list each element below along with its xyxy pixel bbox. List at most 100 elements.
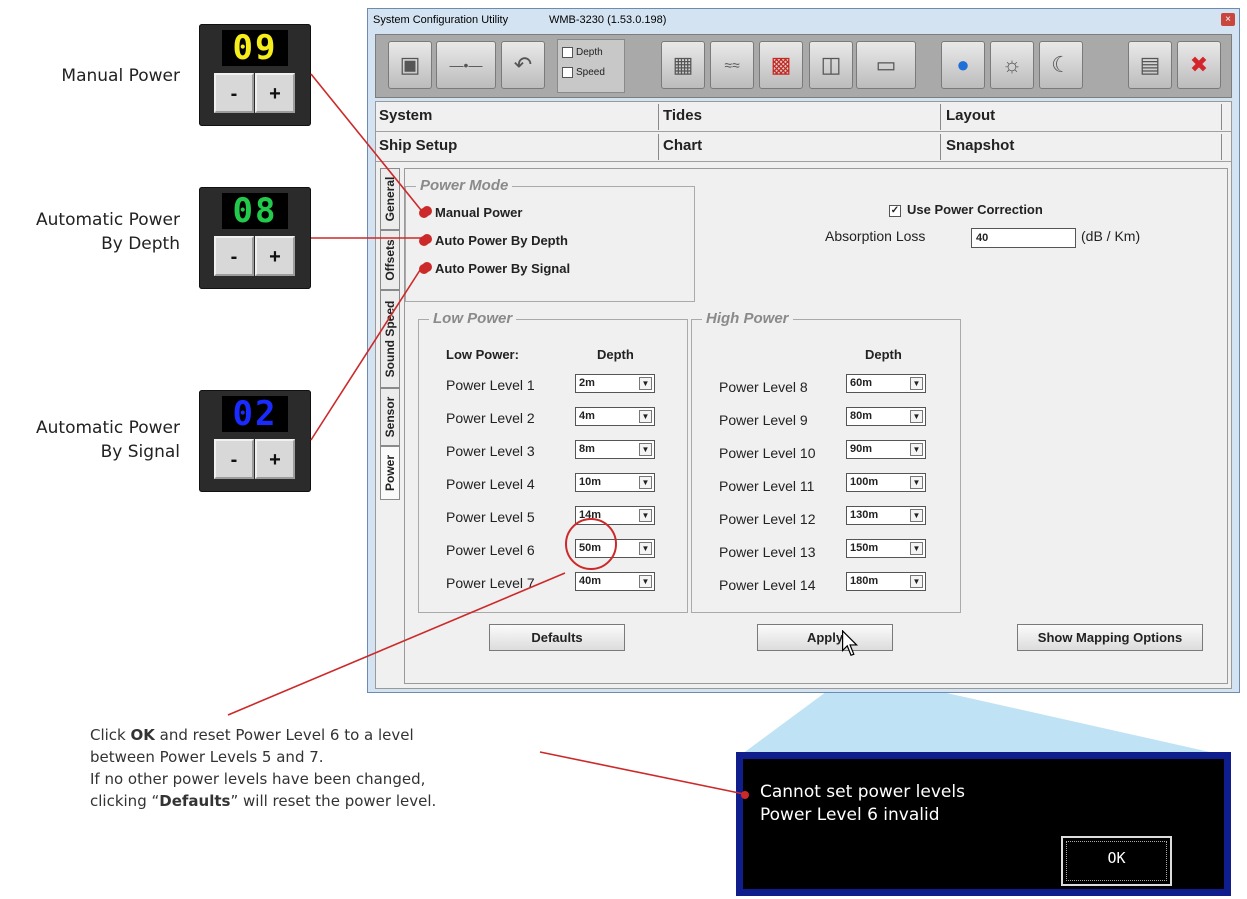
show-mapping-options-button[interactable]: Show Mapping Options	[1017, 624, 1203, 651]
chevron-down-icon: ▼	[910, 476, 923, 489]
low-level-7-select[interactable]: 40m ▼	[575, 572, 655, 591]
note-ok-emphasis: OK	[130, 726, 155, 744]
low-level-3-value: 8m	[579, 443, 595, 455]
high-level-9-select[interactable]: 80m ▼	[846, 407, 926, 426]
radio-dot-icon	[419, 264, 429, 274]
chevron-down-icon: ▼	[910, 410, 923, 423]
glasses-icon[interactable]: ▭	[856, 41, 916, 89]
high-level-12-label: Power Level 12	[719, 511, 816, 527]
power-mode-title: Power Mode	[416, 177, 513, 194]
low-level-5-select[interactable]: 14m ▼	[575, 506, 655, 525]
dialog-ok-button[interactable]: OK	[1061, 836, 1172, 886]
depth-checkbox[interactable]: Depth	[562, 46, 603, 60]
tab-snapshot[interactable]: Snapshot	[946, 137, 1014, 154]
high-level-11-select[interactable]: 100m ▼	[846, 473, 926, 492]
exit-icon[interactable]: ✖	[1177, 41, 1221, 89]
low-level-1-value: 2m	[579, 377, 595, 389]
low-power-header: Low Power:	[446, 347, 519, 362]
config-window: System Configuration Utility WMB-3230 (1…	[367, 8, 1240, 693]
ruler-icon[interactable]: —•—	[436, 41, 496, 89]
depth-checkbox-label: Depth	[576, 47, 603, 58]
use-power-correction-checkbox[interactable]: ✓ Use Power Correction	[889, 202, 1043, 217]
defaults-button[interactable]: Defaults	[489, 624, 625, 651]
low-level-3-select[interactable]: 8m ▼	[575, 440, 655, 459]
chevron-down-icon: ▼	[639, 377, 652, 390]
content-area: System Tides Layout Ship Setup Chart Sna…	[375, 101, 1232, 689]
low-level-5-value: 14m	[579, 509, 602, 521]
low-level-4-value: 10m	[579, 476, 602, 488]
low-level-1-select[interactable]: 2m ▼	[575, 374, 655, 393]
radio-auto-depth[interactable]: Auto Power By Depth	[419, 232, 568, 250]
waveform-icon[interactable]: ≈≈	[710, 41, 754, 89]
vtab-sensor-label: Sensor	[383, 396, 397, 438]
high-level-11-label: Power Level 11	[719, 478, 815, 494]
color-bars-icon[interactable]: ▩	[759, 41, 803, 89]
database-icon[interactable]: ◫	[809, 41, 853, 89]
chevron-down-icon: ▼	[639, 410, 652, 423]
low-level-6-value: 50m	[579, 542, 602, 554]
low-level-2-select[interactable]: 4m ▼	[575, 407, 655, 426]
vtab-sensor[interactable]: Sensor	[380, 388, 400, 446]
high-power-group: High Power Depth Power Level 8 60m ▼ Powe…	[691, 310, 961, 613]
absorption-loss-label: Absorption Loss	[825, 228, 926, 244]
chevron-down-icon: ▼	[639, 575, 652, 588]
network-icon[interactable]: ▦	[661, 41, 705, 89]
high-level-9-label: Power Level 9	[719, 412, 808, 428]
absorption-unit-label: (dB / Km)	[1081, 228, 1141, 244]
power-panel: Power Mode Manual Power Auto Power By De…	[404, 168, 1228, 684]
vtab-general-label: General	[383, 176, 397, 222]
tab-layout[interactable]: Layout	[946, 107, 995, 124]
chevron-down-icon: ▼	[639, 542, 652, 555]
vtab-offsets[interactable]: Offsets	[380, 230, 400, 290]
low-depth-header: Depth	[597, 347, 634, 362]
tab-chart[interactable]: Chart	[663, 137, 702, 154]
low-power-title: Low Power	[429, 310, 517, 327]
tab-row-bottom: Ship Setup Chart Snapshot	[376, 132, 1231, 162]
vtab-power[interactable]: Power	[380, 446, 400, 500]
high-level-13-select[interactable]: 150m ▼	[846, 539, 926, 558]
moon-icon[interactable]: ☾	[1039, 41, 1083, 89]
low-level-5-label: Power Level 5	[446, 509, 535, 525]
error-message: Cannot set power levels Power Level 6 in…	[760, 781, 965, 827]
high-level-13-value: 150m	[850, 542, 879, 554]
radio-dot-icon	[419, 208, 429, 218]
radio-auto-signal[interactable]: Auto Power By Signal	[419, 260, 570, 278]
high-level-12-select[interactable]: 130m ▼	[846, 506, 926, 525]
high-level-8-select[interactable]: 60m ▼	[846, 374, 926, 393]
low-level-4-select[interactable]: 10m ▼	[575, 473, 655, 492]
close-window-icon[interactable]: ×	[1221, 13, 1235, 26]
radio-manual-power[interactable]: Manual Power	[419, 204, 522, 222]
chevron-down-icon: ▼	[639, 509, 652, 522]
high-level-10-value: 90m	[850, 443, 873, 455]
speed-checkbox[interactable]: Speed	[562, 66, 605, 80]
speed-checkbox-label: Speed	[576, 67, 605, 78]
high-level-10-label: Power Level 10	[719, 445, 816, 461]
sun-icon[interactable]: ☼	[990, 41, 1034, 89]
chevron-down-icon: ▼	[639, 443, 652, 456]
high-level-10-select[interactable]: 90m ▼	[846, 440, 926, 459]
low-level-1-label: Power Level 1	[446, 377, 535, 393]
tab-tides[interactable]: Tides	[663, 107, 702, 124]
low-level-6-select[interactable]: 50m ▼	[575, 539, 655, 558]
high-level-14-label: Power Level 14	[719, 577, 816, 593]
high-level-14-select[interactable]: 180m ▼	[846, 572, 926, 591]
vtab-general[interactable]: General	[380, 168, 400, 230]
undo-icon[interactable]: ↶	[501, 41, 545, 89]
vtab-sound-speed[interactable]: Sound Speed	[380, 290, 400, 388]
power-mode-group: Power Mode Manual Power Auto Power By De…	[405, 177, 695, 302]
low-level-7-label: Power Level 7	[446, 575, 535, 591]
vtab-offsets-label: Offsets	[383, 239, 397, 281]
apply-button[interactable]: Apply	[757, 624, 893, 651]
document-export-icon[interactable]: ▤	[1128, 41, 1172, 89]
open-folder-icon[interactable]: ▣	[388, 41, 432, 89]
note-line-4-pre: clicking “	[90, 792, 160, 810]
error-line-1: Cannot set power levels	[760, 782, 965, 802]
tab-ship-setup[interactable]: Ship Setup	[379, 137, 457, 154]
absorption-loss-input[interactable]: 40	[971, 228, 1076, 248]
color-circles-icon[interactable]: ●	[941, 41, 985, 89]
tab-separator	[940, 134, 941, 160]
vtab-sound-speed-label: Sound Speed	[383, 300, 397, 378]
tab-system[interactable]: System	[379, 107, 432, 124]
chevron-down-icon: ▼	[639, 476, 652, 489]
high-level-8-label: Power Level 8	[719, 379, 808, 395]
